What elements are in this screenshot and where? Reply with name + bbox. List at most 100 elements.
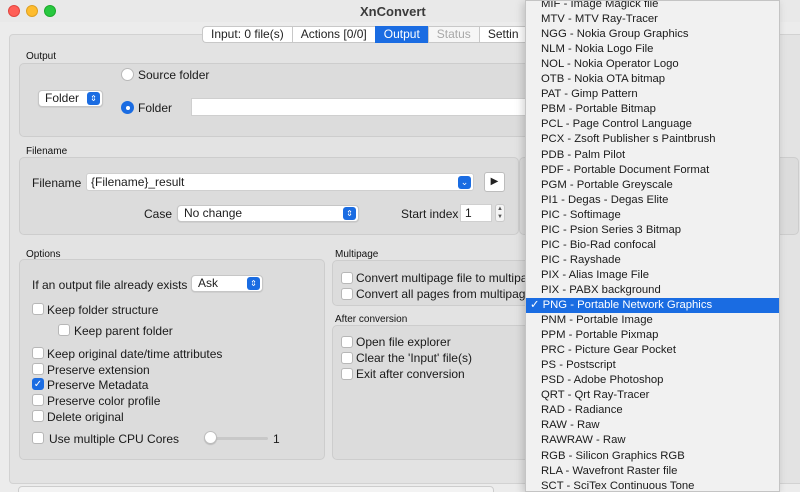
format-menu-item[interactable]: PBM - Portable Bitmap xyxy=(526,102,779,117)
checkmark-icon: ✓ xyxy=(530,299,543,311)
format-menu-item-label: NLM - Nokia Logo File xyxy=(541,43,654,56)
preserve-extension-checkbox[interactable] xyxy=(32,363,44,375)
format-menu-item[interactable]: NLM - Nokia Logo File xyxy=(526,42,779,57)
clear-input-checkbox[interactable] xyxy=(341,352,353,364)
start-index-stepper[interactable]: ▲ ▼ xyxy=(495,204,505,222)
format-menu-item[interactable]: PIC - Psion Series 3 Bitmap xyxy=(526,223,779,238)
preserve-color-label: Preserve color profile xyxy=(47,394,161,408)
convert-multipage-checkbox[interactable] xyxy=(341,272,353,284)
zoom-window-button[interactable] xyxy=(44,5,56,17)
tab-status[interactable]: Status xyxy=(427,26,479,43)
format-menu-item[interactable]: PIC - Bio-Rad confocal xyxy=(526,238,779,253)
keep-dates-label: Keep original date/time attributes xyxy=(47,347,223,361)
keep-dates-checkbox[interactable] xyxy=(32,347,44,359)
insert-pattern-button[interactable]: ▶ xyxy=(484,172,505,192)
format-menu-item-label: SCT - SciTex Continuous Tone xyxy=(541,479,695,492)
keep-parent-checkbox[interactable] xyxy=(58,324,70,336)
tab-output[interactable]: Output xyxy=(374,26,428,43)
format-menu-item[interactable]: MIF - Image Magick file xyxy=(526,1,779,12)
folder-path-input[interactable] xyxy=(191,98,531,116)
format-menu-item[interactable]: PSD - Adobe Photoshop xyxy=(526,373,779,388)
format-menu-item-label: PS - Postscript xyxy=(541,359,616,372)
minimize-window-button[interactable] xyxy=(26,5,38,17)
format-menu-item-label: PIX - Alias Image File xyxy=(541,268,649,281)
format-menu-item[interactable]: PDB - Palm Pilot xyxy=(526,148,779,163)
destination-popup[interactable]: Folder ⇕ xyxy=(38,90,103,107)
source-folder-radio[interactable] xyxy=(121,68,134,81)
preserve-color-checkbox[interactable] xyxy=(32,394,44,406)
convert-all-pages-label: Convert all pages from multipage xyxy=(356,287,533,301)
format-menu-item[interactable]: RGB - Silicon Graphics RGB xyxy=(526,449,779,464)
format-menu-item-label: RAW - Raw xyxy=(541,419,600,432)
if-exists-popup[interactable]: Ask ⇕ xyxy=(191,275,263,292)
preserve-metadata-checkbox[interactable]: ✓ xyxy=(32,378,44,390)
format-menu-item-label: PDF - Portable Document Format xyxy=(541,163,710,176)
format-menu-item[interactable]: PAT - Gimp Pattern xyxy=(526,87,779,102)
format-menu-item-label: PNG - Portable Network Graphics xyxy=(542,299,713,311)
format-menu-item[interactable]: ✓ PNG - Portable Network Graphics xyxy=(526,298,779,313)
checkmark-icon: ✓ xyxy=(33,379,43,390)
keep-folder-checkbox[interactable] xyxy=(32,303,44,315)
format-menu-item[interactable]: PIX - Alias Image File xyxy=(526,268,779,283)
format-menu-item[interactable]: PCX - Zsoft Publisher s Paintbrush xyxy=(526,132,779,147)
format-menu-item-label: NOL - Nokia Operator Logo xyxy=(541,58,679,71)
format-menu-item-label: PCL - Page Control Language xyxy=(541,118,692,131)
exit-after-checkbox[interactable] xyxy=(341,368,353,380)
open-explorer-checkbox[interactable] xyxy=(341,336,353,348)
delete-original-checkbox[interactable] xyxy=(32,410,44,422)
format-menu-item-label: PDB - Palm Pilot xyxy=(541,148,626,161)
format-menu-item[interactable]: RAD - Radiance xyxy=(526,403,779,418)
format-menu-item-label: QRT - Qrt Ray-Tracer xyxy=(541,389,650,402)
format-menu-item[interactable]: PGM - Portable Greyscale xyxy=(526,178,779,193)
format-menu-item[interactable]: PRC - Picture Gear Pocket xyxy=(526,343,779,358)
folder-radio[interactable] xyxy=(121,101,134,114)
format-menu-item-label: PBM - Portable Bitmap xyxy=(541,103,656,116)
format-menu-item[interactable]: NGG - Nokia Group Graphics xyxy=(526,27,779,42)
keep-parent-label: Keep parent folder xyxy=(74,324,173,338)
format-menu-item[interactable]: MTV - MTV Ray-Tracer xyxy=(526,12,779,27)
cpu-slider-knob[interactable] xyxy=(204,431,217,444)
tab-input[interactable]: Input: 0 file(s) xyxy=(202,26,292,43)
case-popup[interactable]: No change ⇕ xyxy=(177,205,359,222)
format-menu-item-label: PIC - Softimage xyxy=(541,208,621,221)
tab-actions[interactable]: Actions [0/0] xyxy=(291,26,375,43)
format-menu-item-label: RGB - Silicon Graphics RGB xyxy=(541,449,685,462)
output-section-label: Output xyxy=(26,51,57,62)
tab-settings[interactable]: Settin xyxy=(478,26,527,43)
chevron-down-icon[interactable]: ⌄ xyxy=(458,176,471,189)
format-menu-item[interactable]: RLA - Wavefront Raster file xyxy=(526,464,779,479)
format-menu-item[interactable]: PIC - Softimage xyxy=(526,208,779,223)
multi-cpu-checkbox[interactable] xyxy=(32,432,44,444)
format-menu-item-label: RAD - Radiance xyxy=(541,404,623,417)
case-label: Case xyxy=(144,207,173,221)
format-menu-item[interactable]: PCL - Page Control Language xyxy=(526,117,779,132)
destination-popup-value: Folder xyxy=(45,91,80,105)
format-menu-item[interactable]: PI1 - Degas - Degas Elite xyxy=(526,193,779,208)
clear-input-label: Clear the 'Input' file(s) xyxy=(356,351,472,365)
format-menu-item-label: PNM - Portable Image xyxy=(541,314,653,327)
format-menu-item-label: PIX - PABX background xyxy=(541,283,661,296)
format-menu-item[interactable]: PPM - Portable Pixmap xyxy=(526,328,779,343)
format-menu-item[interactable]: NOL - Nokia Operator Logo xyxy=(526,57,779,72)
play-icon: ▶ xyxy=(490,176,499,187)
format-menu-item[interactable]: SCT - SciTex Continuous Tone xyxy=(526,479,779,492)
start-index-input[interactable]: 1 xyxy=(460,204,492,222)
close-window-button[interactable] xyxy=(8,5,20,17)
format-menu-item[interactable]: PDF - Portable Document Format xyxy=(526,163,779,178)
if-exists-label: If an output file already exists xyxy=(32,278,188,292)
preserve-extension-label: Preserve extension xyxy=(47,363,150,377)
format-menu-item[interactable]: RAW - Raw xyxy=(526,418,779,433)
format-menu-item[interactable]: PS - Postscript xyxy=(526,358,779,373)
if-exists-popup-value: Ask xyxy=(198,276,219,290)
format-menu-item[interactable]: OTB - Nokia OTA bitmap xyxy=(526,72,779,87)
format-menu-item[interactable]: PIX - PABX background xyxy=(526,283,779,298)
format-menu-item[interactable]: RAWRAW - Raw xyxy=(526,433,779,448)
cpu-value: 1 xyxy=(273,432,280,446)
filename-input[interactable]: {Filename}_result ⌄ xyxy=(86,173,474,191)
window-title: XnConvert xyxy=(360,4,426,19)
format-menu-item[interactable]: PNM - Portable Image xyxy=(526,313,779,328)
convert-all-pages-checkbox[interactable] xyxy=(341,288,353,300)
format-menu-item[interactable]: PIC - Rayshade xyxy=(526,253,779,268)
format-menu-item[interactable]: QRT - Qrt Ray-Tracer xyxy=(526,388,779,403)
format-menu-item-label: PIC - Rayshade xyxy=(541,253,621,266)
